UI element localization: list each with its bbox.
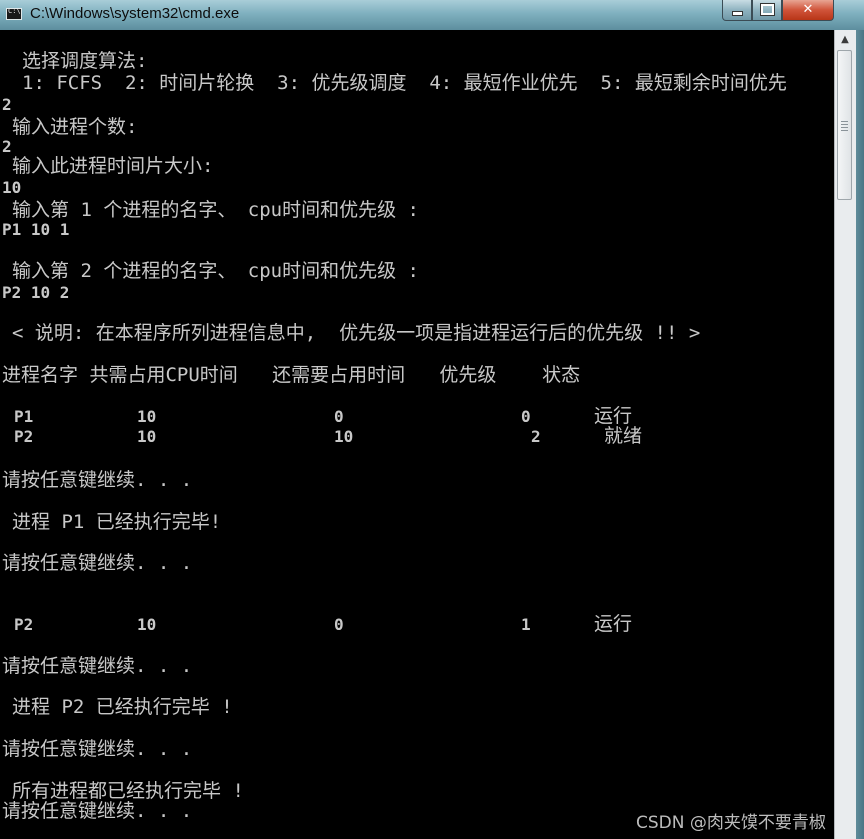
scroll-thumb[interactable] [837,50,852,200]
table-cell-remain: 0 [334,615,344,634]
grip-line [841,121,848,122]
table-cell-name: P2 [14,615,34,634]
table-cell-total: 10 [137,427,157,446]
minimize-button[interactable] [722,0,752,21]
console-line-prompt-proc1: 输入第 1 个进程的名字、 cpu时间和优先级 : [12,199,419,221]
window-frame-edge [856,30,864,839]
console-line-prompt-slice: 输入此进程时间片大小: [12,155,214,177]
table-cell-state: 运行 [594,405,633,427]
grip-line [841,130,848,131]
maximize-icon [759,3,775,16]
maximize-button[interactable] [752,0,782,21]
console-line-continue: 请按任意键继续. . . [2,552,193,574]
table-cell-name: P1 [14,407,34,426]
console-line-all-done: 所有进程都已经执行完毕 ! [12,780,244,802]
cmd-app-icon-label: C:\ [8,7,21,15]
console-line-input: 2 [2,95,12,114]
console-line-input: P2 10 2 [2,283,70,302]
console-line-continue: 请按任意键继续. . . [2,800,193,822]
table-cell-state: 运行 [594,613,633,635]
table-cell-remain: 0 [334,407,344,426]
cmd-window: C:\ C:\Windows\system32\cmd.exe ✕ 选择调度算法… [0,0,864,839]
table-header: 进程名字 共需占用CPU时间 还需要占用时间 优先级 状态 [2,364,581,386]
console-output[interactable]: 选择调度算法: 1: FCFS 2: 时间片轮换 3: 优先级调度 4: 最短作… [0,30,834,839]
table-cell-priority: 1 [521,615,531,634]
table-cell-remain: 10 [334,427,354,446]
console-line-continue: 请按任意键继续. . . [2,655,193,677]
console-line-note: < 说明: 在本程序所列进程信息中, 优先级一项是指进程运行后的优先级 !! > [12,322,701,344]
table-cell-total: 10 [137,407,157,426]
table-cell-priority: 0 [521,407,531,426]
title-bar[interactable]: C:\ C:\Windows\system32\cmd.exe ✕ [0,0,864,30]
console-line-prompt-proc2: 输入第 2 个进程的名字、 cpu时间和优先级 : [12,260,419,282]
console-line-input: P1 10 1 [2,220,70,239]
console-line-p1-done: 进程 P1 已经执行完毕! [12,511,222,533]
cmd-app-icon[interactable]: C:\ [6,7,22,20]
vertical-scrollbar[interactable]: ▲ [834,30,856,839]
console-line-p2-done: 进程 P2 已经执行完毕 ! [12,696,233,718]
watermark: CSDN @肉夹馍不要青椒 [636,813,826,833]
console-line-prompt-count: 输入进程个数: [12,116,138,138]
grip-line [841,124,848,125]
console-line-continue: 请按任意键继续. . . [2,738,193,760]
window-title: C:\Windows\system32\cmd.exe [30,5,240,22]
scroll-up-arrow-icon[interactable]: ▲ [837,32,853,48]
console-line-select-algo: 选择调度算法: [22,50,148,72]
table-cell-total: 10 [137,615,157,634]
grip-line [841,127,848,128]
close-icon: ✕ [802,2,814,17]
table-cell-state: 就绪 [604,425,643,447]
table-cell-name: P2 [14,427,34,446]
minimize-icon [731,11,743,16]
table-cell-priority: 2 [531,427,541,446]
console-line-input: 2 [2,137,12,156]
console-line-algo-options: 1: FCFS 2: 时间片轮换 3: 优先级调度 4: 最短作业优先 5: 最… [22,72,787,94]
console-line-input: 10 [2,178,22,197]
close-button[interactable]: ✕ [782,0,834,21]
console-line-continue: 请按任意键继续. . . [2,469,193,491]
